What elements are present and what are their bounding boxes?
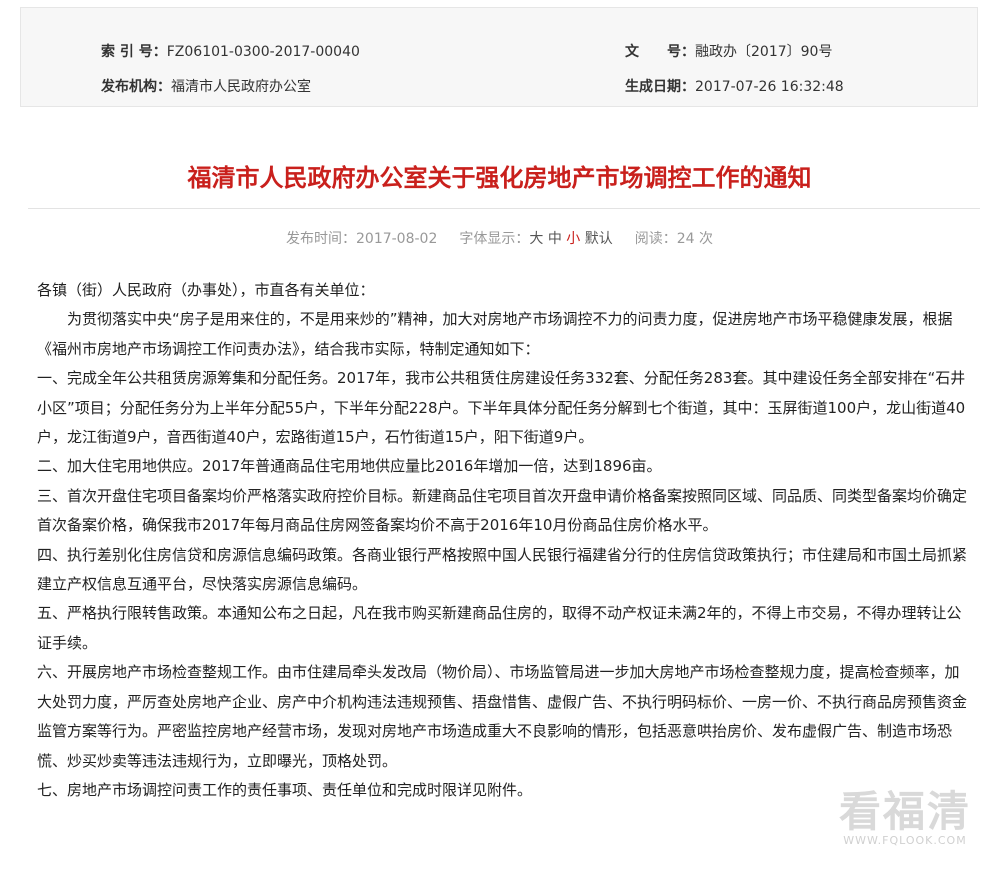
publisher-label: 发布机构： bbox=[101, 79, 171, 95]
document-number-label: 文 号： bbox=[625, 44, 695, 60]
item-paragraph-3: 三、首次开盘住宅项目备案均价严格落实政府控价目标。新建商品住宅项目首次开盘申请价… bbox=[37, 486, 968, 535]
article-body: 各镇（街）人民政府（办事处），市直各有关单位： 为贯彻落实中央“房子是用来住的，… bbox=[37, 276, 967, 805]
index-number: 索 引 号：FZ06101-0300-2017-00040 bbox=[101, 41, 360, 61]
generation-date: 生成日期：2017-07-26 16:32:48 bbox=[625, 76, 844, 96]
publish-time: 发布时间：2017-08-02 bbox=[286, 231, 438, 247]
publisher-value: 福清市人民政府办公室 bbox=[171, 79, 311, 95]
page-title: 福清市人民政府办公室关于强化房地产市场调控工作的通知 bbox=[187, 164, 812, 192]
watermark-logo-text: 看福清 bbox=[838, 787, 971, 836]
font-size-label: 字体显示： bbox=[459, 231, 530, 247]
font-medium-button[interactable]: 中 bbox=[548, 231, 562, 247]
generation-date-value: 2017-07-26 16:32:48 bbox=[695, 79, 844, 95]
title-divider bbox=[28, 208, 980, 209]
intro-paragraph: 为贯彻落实中央“房子是用来住的，不是用来炒的”精神，加大对房地产市场调控不力的问… bbox=[37, 310, 953, 358]
font-large-button[interactable]: 大 bbox=[529, 231, 543, 247]
document-number-value: 融政办〔2017〕90号 bbox=[695, 44, 833, 60]
salutation: 各镇（街）人民政府（办事处），市直各有关单位： bbox=[37, 281, 375, 299]
item-paragraph-4: 四、执行差别化住房信贷和房源信息编码政策。各商业银行严格按照中国人民银行福建省分… bbox=[37, 545, 968, 594]
index-number-label: 索 引 号： bbox=[101, 44, 167, 60]
document-meta-panel: 索 引 号：FZ06101-0300-2017-00040 文 号：融政办〔20… bbox=[20, 7, 978, 107]
index-number-value: FZ06101-0300-2017-00040 bbox=[166, 44, 360, 60]
item-paragraph-1: 一、完成全年公共租赁房源筹集和分配任务。2017年，我市公共租赁住房建设任务33… bbox=[37, 369, 966, 447]
read-count: 阅读：24 次 bbox=[634, 231, 713, 247]
item-paragraph-5: 五、严格执行限转售政策。本通知公布之日起，凡在我市购买新建商品住房的，取得不动产… bbox=[37, 604, 962, 652]
watermark-url: WWW.FQLOOK.COM bbox=[843, 834, 967, 847]
font-default-button[interactable]: 默认 bbox=[585, 231, 613, 247]
font-small-button[interactable]: 小 bbox=[566, 231, 580, 247]
publisher: 发布机构：福清市人民政府办公室 bbox=[101, 76, 311, 96]
item-paragraph-2: 二、加大住宅用地供应。2017年普通商品住宅用地供应量比2016年增加一倍，达到… bbox=[37, 457, 662, 476]
site-watermark: 看福清 WWW.FQLOOK.COM bbox=[838, 787, 971, 848]
document-number: 文 号：融政办〔2017〕90号 bbox=[625, 41, 832, 61]
item-paragraph-7: 七、房地产市场调控问责工作的责任事项、责任单位和完成时限详见附件。 bbox=[37, 780, 533, 799]
article-info-bar: 发布时间：2017-08-02 字体显示：大 中 小 默认 阅读：24 次 bbox=[0, 228, 999, 248]
generation-date-label: 生成日期： bbox=[625, 79, 695, 95]
item-paragraph-6: 六、开展房地产市场检查整规工作。由市住建局牵头发改局（物价局）、市场监管局进一步… bbox=[37, 663, 968, 770]
